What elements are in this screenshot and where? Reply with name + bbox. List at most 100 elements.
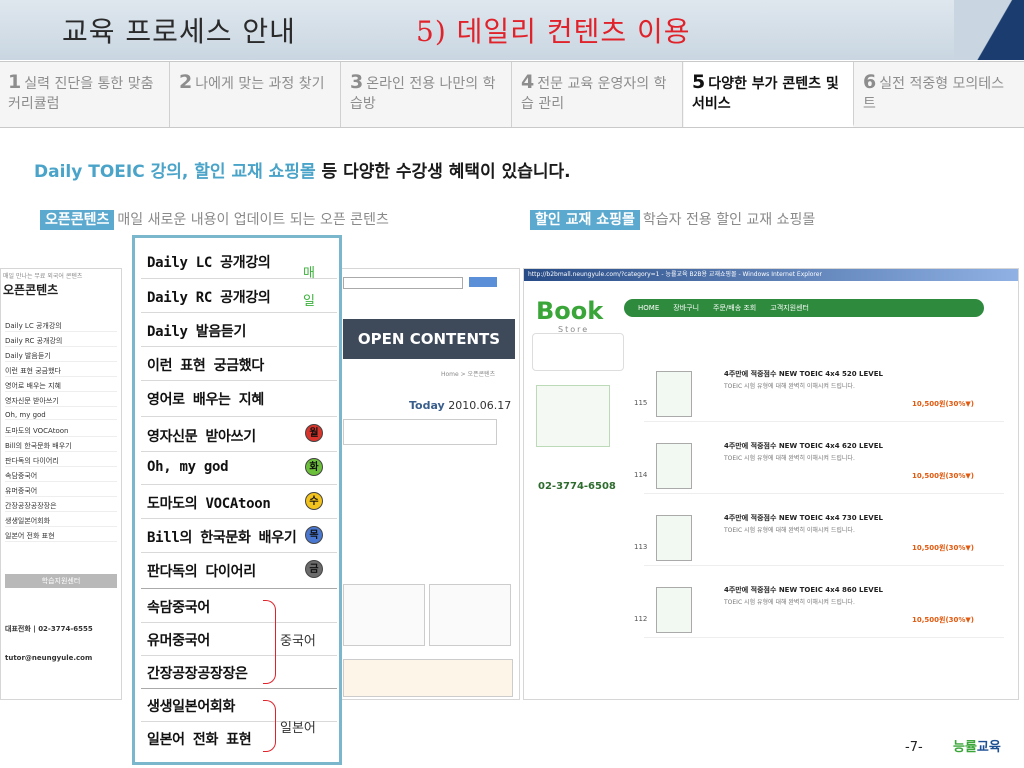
product-number: 114 [634,471,648,479]
tab-4[interactable]: 4 전문 교육 운영자의 학습 관리 [513,62,683,127]
list-item: 이런 표현 궁금했다 [5,366,117,377]
open-content-desc: 매일 새로운 내용이 업데이트 되는 오픈 콘텐츠 [117,212,389,228]
list-item-chinese-tongue[interactable]: 간장공장공장장은 [147,663,248,683]
divider [141,380,337,381]
nav-cart[interactable]: 장바구니 [673,304,699,312]
sidebar-caption: 매일 만나는 무료 외국어 콘텐츠 [3,273,83,280]
open-content-screenshot-main: OPEN CONTENTS Home > 오픈콘텐츠 Today 2010.06… [340,268,520,700]
list-item: 판다독의 다이어리 [5,456,117,467]
product-price: 10,500원(30%▼) [912,400,974,408]
divider [141,655,337,656]
nav-home[interactable]: HOME [638,304,659,312]
divider [141,484,337,485]
product-desc: TOEIC 시험 유형에 대해 완벽히 이해시켜 드립니다. [724,455,855,462]
headline: Daily TOEIC 강의, 할인 교재 쇼핑몰 등 다양한 수강생 혜택이 … [34,157,571,182]
today-label: Today 2010.06.17 [409,399,511,412]
sidebar-title: 오픈콘텐츠 [3,283,59,297]
product-number: 115 [634,399,648,407]
tab-label: 다양한 부가 콘텐츠 및 서비스 [692,76,839,112]
list-item-daily-rc[interactable]: Daily RC 공개강의 [147,287,271,307]
tab-2[interactable]: 2 나에게 맞는 과정 찾기 [171,62,341,127]
list-item: 영자신문 받아쓰기 [5,396,117,407]
list-item-chinese-proverb[interactable]: 속담중국어 [147,597,210,617]
product-title[interactable]: 4주만에 적중점수 NEW TOEIC 4x4 520 LEVEL [724,369,883,379]
tab-5[interactable]: 5 다양한 부가 콘텐츠 및 서비스 [684,62,854,127]
shop-tag: 할인 교재 쇼핑몰 [530,210,640,230]
list-item-bill[interactable]: Bill의 한국문화 배우기 [147,527,297,547]
shop-desc: 학습자 전용 할인 교재 쇼핑몰 [642,212,816,228]
list-item-expression[interactable]: 이런 표현 궁금했다 [147,355,264,375]
product-price: 10,500원(30%▼) [912,472,974,480]
banner-listening [343,584,425,646]
divider [141,451,337,452]
product-row: 112 4주만에 적중점수 NEW TOEIC 4x4 860 LEVEL TO… [634,585,1004,638]
shop-caption: 할인 교재 쇼핑몰 학습자 전용 할인 교재 쇼핑몰 [530,209,816,230]
shop-screenshot: http://b2bmall.neungyule.com/?category=1… [523,268,1019,700]
tab-3[interactable]: 3 온라인 전용 나만의 학습방 [342,62,512,127]
nav-support[interactable]: 고객지원센터 [770,304,809,312]
page-title: 교육 프로세스 안내 [62,15,296,48]
product-cover [656,587,692,633]
chinese-label: 중국어 [280,634,316,649]
tab-label: 실력 진단을 통한 맞춤 커리큘럼 [8,76,154,112]
open-content-tag: 오픈콘텐츠 [40,210,115,230]
banner-reading [429,584,511,646]
product-price: 10,500원(30%▼) [912,616,974,624]
list-item-pronunciation[interactable]: Daily 발음듣기 [147,321,246,341]
list-item-japanese-phone[interactable]: 일본어 전화 표현 [147,729,252,749]
today-box [343,419,497,445]
list-item-newspaper[interactable]: 영자신문 받아쓰기 [147,426,256,446]
day-badge-thu: 목 [305,526,323,544]
today-word: Today [409,399,445,412]
tab-number: 4 [521,71,535,93]
content-list-panel: Daily LC 공개강의 Daily RC 공개강의 Daily 발음듣기 이… [132,235,342,765]
shop-phone: 02-3774-6508 [538,481,616,492]
list-item-vocatoon[interactable]: 도마도의 VOCAtoon [147,493,271,513]
list-item: 속담중국어 [5,471,117,482]
product-number: 112 [634,615,648,623]
divider [141,518,337,519]
ie-titlebar: http://b2bmall.neungyule.com/?category=1… [524,269,1018,281]
list-item-oh-my-god[interactable]: Oh, my god [147,459,229,475]
header-corner-decoration [954,0,1024,60]
japanese-brace [263,700,276,752]
tab-number: 2 [179,71,193,93]
product-desc: TOEIC 시험 유형에 대해 완벽히 이해시켜 드립니다. [724,383,855,390]
product-desc: TOEIC 시험 유형에 대해 완벽히 이해시켜 드립니다. [724,599,855,606]
product-title[interactable]: 4주만에 적중점수 NEW TOEIC 4x4 620 LEVEL [724,441,883,451]
tab-number: 5 [692,71,706,93]
product-row: 115 4주만에 적중점수 NEW TOEIC 4x4 520 LEVEL TO… [634,369,1004,422]
product-cover [656,515,692,561]
book-store-logo: Book Store [536,297,603,334]
tab-6[interactable]: 6 실전 적중형 모의테스트 [855,62,1024,127]
list-item: 간장공장공장장은 [5,501,117,512]
daily-label: 일 [303,294,315,309]
product-title[interactable]: 4주만에 적중점수 NEW TOEIC 4x4 860 LEVEL [724,585,883,595]
product-cover [656,371,692,417]
support-email: tutor@neungyule.com [5,654,93,662]
list-item: 도마도의 VOCAtoon [5,426,117,437]
product-title[interactable]: 4주만에 적중점수 NEW TOEIC 4x4 730 LEVEL [724,513,883,523]
tab-number: 6 [863,71,877,93]
japanese-label: 일본어 [280,721,316,736]
list-item: 일본어 전화 표현 [5,531,117,542]
product-number: 113 [634,543,648,551]
list-item-chinese-humor[interactable]: 유머중국어 [147,630,210,650]
list-item-wisdom[interactable]: 영어로 배우는 지혜 [147,389,264,409]
list-item-japanese-conv[interactable]: 생생일본어회화 [147,696,235,716]
category-box [536,385,610,447]
search-box [343,277,463,289]
open-contents-banner: OPEN CONTENTS [343,319,515,359]
list-item-panda-diary[interactable]: 판다독의 다이어리 [147,561,256,581]
logo-sub: 교육 [976,740,1001,755]
daily-label: 매 [303,266,315,281]
open-content-caption: 오픈콘텐츠 매일 새로운 내용이 업데이트 되는 오픈 콘텐츠 [40,209,389,230]
list-item: Daily 발음듣기 [5,351,117,362]
headline-rest: 등 다양한 수강생 혜택이 있습니다. [315,162,571,182]
list-item-daily-lc[interactable]: Daily LC 공개강의 [147,252,271,272]
nav-orders[interactable]: 주문/배송 조회 [713,304,756,312]
tab-1[interactable]: 1 실력 진단을 통한 맞춤 커리큘럼 [0,62,170,127]
login-box [532,333,624,371]
product-cover [656,443,692,489]
page-number: -7- [905,740,923,755]
